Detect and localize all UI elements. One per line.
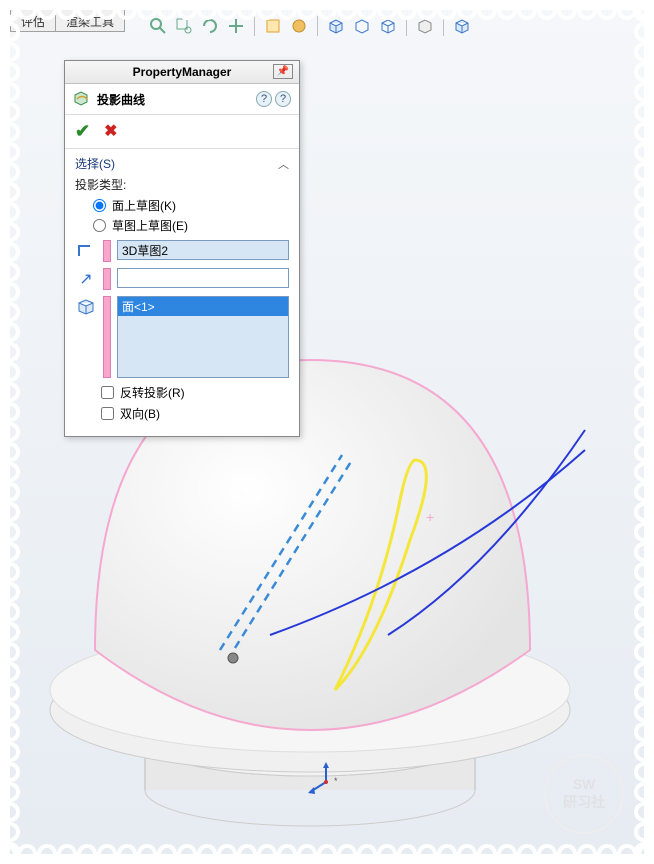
display-style1-icon[interactable] xyxy=(326,16,346,36)
radio-sketch-on-sketch[interactable]: 草图上草图(E) xyxy=(93,217,289,234)
face-selection-list[interactable]: 面<1> xyxy=(117,296,289,378)
tab-evaluate[interactable]: 评估 xyxy=(10,10,56,32)
property-manager-panel: PropertyManager 📌 投影曲线 ? ? ✔ ✖ 选择(S) ︿ 投… xyxy=(64,60,300,437)
magnify-icon[interactable] xyxy=(148,16,168,36)
radio-sketch-on-face[interactable]: 面上草图(K) xyxy=(93,197,289,214)
tab-render-tools[interactable]: 渲染工具 xyxy=(55,10,125,32)
checkbox-bidirectional-row[interactable]: 双向(B) xyxy=(101,405,289,422)
help-detailed-icon[interactable]: ? xyxy=(256,91,272,107)
section-selection-header[interactable]: 选择(S) ︿ xyxy=(75,155,289,172)
panel-title-bar: PropertyManager 📌 xyxy=(65,61,299,84)
view-toolbar xyxy=(140,10,644,42)
cancel-button[interactable]: ✖ xyxy=(104,121,117,142)
projected-curve-icon xyxy=(73,90,91,108)
pin-icon[interactable]: 📌 xyxy=(273,64,293,79)
sketch-field-icon xyxy=(75,240,97,262)
display-style2-icon[interactable] xyxy=(352,16,372,36)
rotate-icon[interactable] xyxy=(200,16,220,36)
watermark: SW 研习社 xyxy=(544,754,624,834)
origin-triad: * xyxy=(306,762,346,802)
pan-icon[interactable] xyxy=(226,16,246,36)
menubar: 评估 渲染工具 xyxy=(10,10,124,32)
display-style3-icon[interactable] xyxy=(378,16,398,36)
checkbox-reverse[interactable] xyxy=(101,386,114,399)
radio-sketch-on-face-input[interactable] xyxy=(93,199,106,212)
section-icon[interactable] xyxy=(263,16,283,36)
chevron-up-icon: ︿ xyxy=(278,156,289,172)
appearance-icon[interactable] xyxy=(289,16,309,36)
face-list-item[interactable]: 面<1> xyxy=(118,297,288,316)
help-icon[interactable]: ? xyxy=(275,91,291,107)
feature-name: 投影曲线 xyxy=(97,91,145,108)
svg-text:+: + xyxy=(426,509,434,525)
projection-type-label: 投影类型: xyxy=(75,176,289,193)
zoom-area-icon[interactable] xyxy=(174,16,194,36)
hide-show-icon[interactable] xyxy=(415,16,435,36)
display-pane-icon[interactable] xyxy=(452,16,472,36)
selection-color-bar xyxy=(103,268,111,290)
ok-button[interactable]: ✔ xyxy=(75,121,90,142)
direction-selection-input[interactable] xyxy=(117,268,289,288)
radio-sketch-on-sketch-input[interactable] xyxy=(93,219,106,232)
panel-title: PropertyManager xyxy=(133,65,232,79)
sketch-selection-input[interactable] xyxy=(117,240,289,260)
face-field-icon xyxy=(75,296,97,318)
selection-color-bar xyxy=(103,240,111,262)
section-title: 选择(S) xyxy=(75,155,115,172)
checkbox-reverse-row[interactable]: 反转投影(R) xyxy=(101,384,289,401)
svg-text:*: * xyxy=(334,776,338,786)
selection-color-bar xyxy=(103,296,111,378)
checkbox-bidirectional[interactable] xyxy=(101,407,114,420)
direction-field-icon: ↗ xyxy=(75,268,97,290)
